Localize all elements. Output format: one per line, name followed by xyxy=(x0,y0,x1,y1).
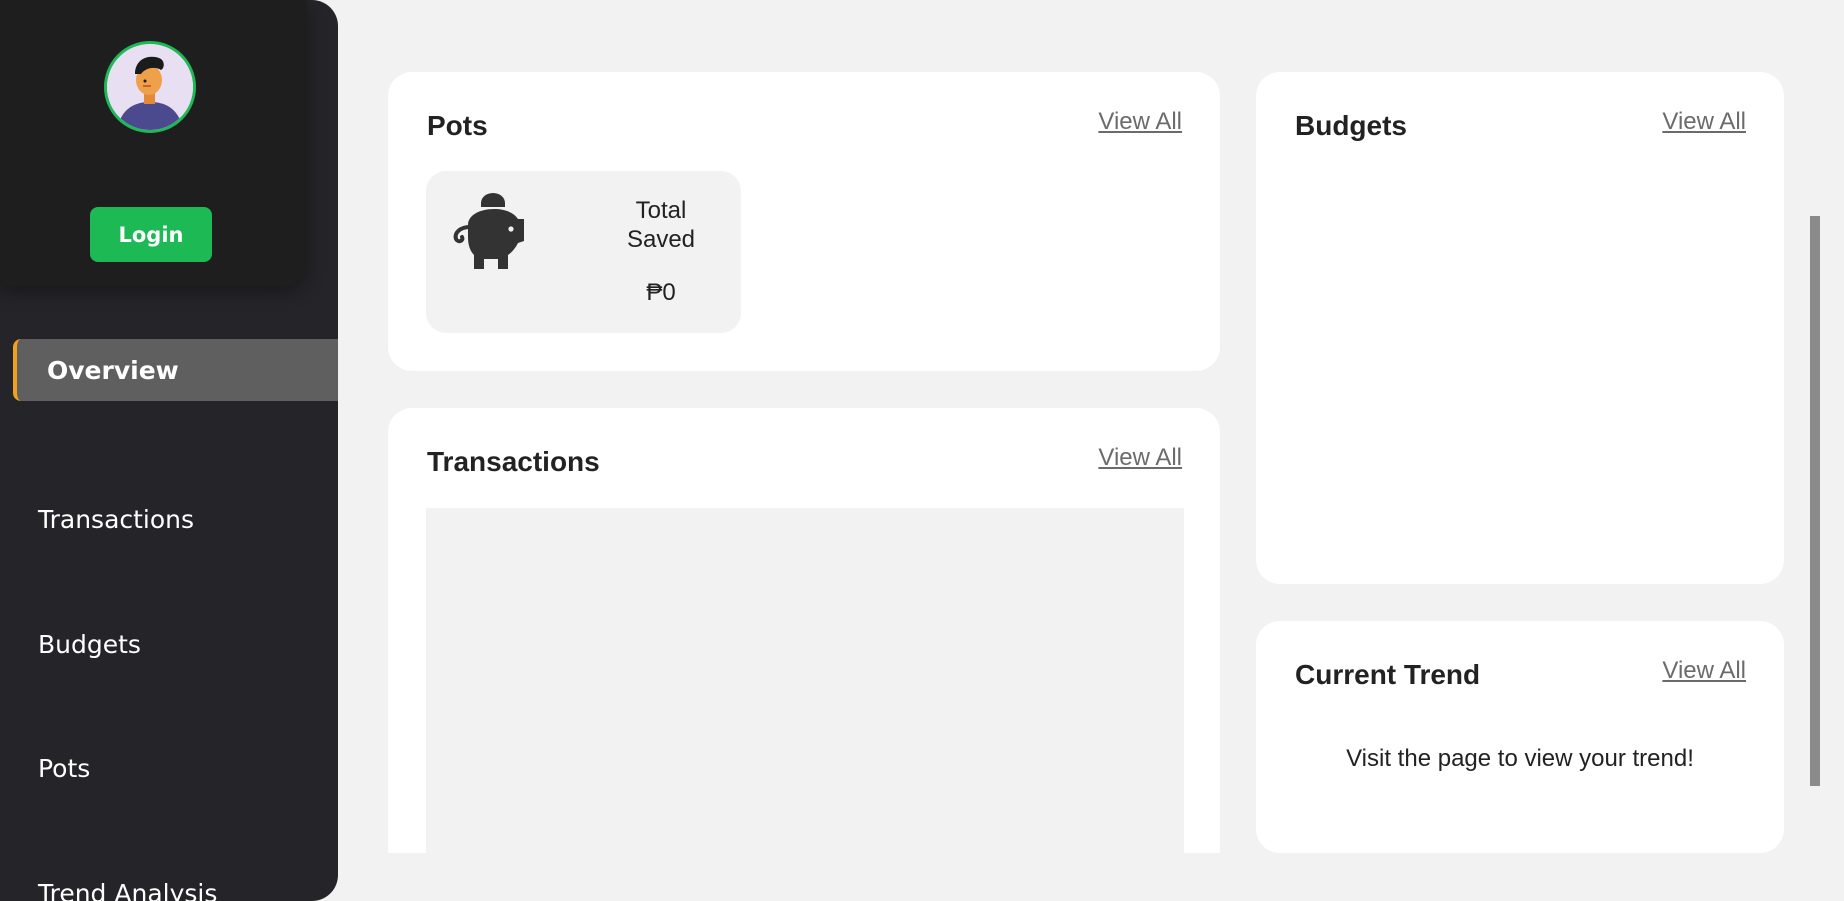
scrollbar-thumb[interactable] xyxy=(1810,216,1820,786)
profile-card: Login xyxy=(0,0,307,286)
viewport-bottom-edge xyxy=(338,853,1808,901)
transactions-list xyxy=(426,508,1184,853)
current-trend-title: Current Trend xyxy=(1295,659,1481,690)
budgets-title: Budgets xyxy=(1295,110,1407,141)
sidebar-item-pots[interactable]: Pots xyxy=(0,737,338,799)
login-button[interactable]: Login xyxy=(90,207,212,262)
sidebar-item-trend-analysis[interactable]: Trend Analysis xyxy=(0,862,338,901)
pots-view-all-link[interactable]: View All xyxy=(1098,108,1182,136)
budgets-card: Budgets View All xyxy=(1256,72,1784,584)
sidebar-item-label: Overview xyxy=(47,355,179,385)
sidebar: Login Overview Transactions Budgets Pots… xyxy=(0,0,338,901)
total-saved-box: Total Saved ₱0 xyxy=(426,171,741,333)
transactions-view-all-link[interactable]: View All xyxy=(1098,444,1182,472)
sidebar-item-label: Pots xyxy=(38,753,91,783)
current-trend-card: Current Trend View All Visit the page to… xyxy=(1256,621,1784,853)
total-saved-label: Total Saved xyxy=(626,197,696,253)
transactions-title: Transactions xyxy=(427,446,600,477)
sidebar-item-label: Transactions xyxy=(38,504,195,534)
pots-title: Pots xyxy=(427,110,488,141)
sidebar-item-label: Budgets xyxy=(38,629,141,659)
sidebar-item-budgets[interactable]: Budgets xyxy=(0,613,338,675)
trend-view-all-link[interactable]: View All xyxy=(1662,657,1746,685)
transactions-card: Transactions View All xyxy=(388,408,1220,901)
sidebar-item-transactions[interactable]: Transactions xyxy=(0,488,338,550)
sidebar-item-overview[interactable]: Overview xyxy=(13,339,338,401)
budgets-view-all-link[interactable]: View All xyxy=(1662,108,1746,136)
trend-message: Visit the page to view your trend! xyxy=(1346,745,1694,772)
avatar[interactable] xyxy=(104,41,196,133)
piggy-bank-icon xyxy=(453,193,524,269)
sidebar-item-label: Trend Analysis xyxy=(38,878,218,901)
pots-card: Pots View All Total Saved ₱0 xyxy=(388,72,1220,371)
total-saved-value: ₱0 xyxy=(646,279,676,306)
user-avatar-icon xyxy=(107,44,193,130)
